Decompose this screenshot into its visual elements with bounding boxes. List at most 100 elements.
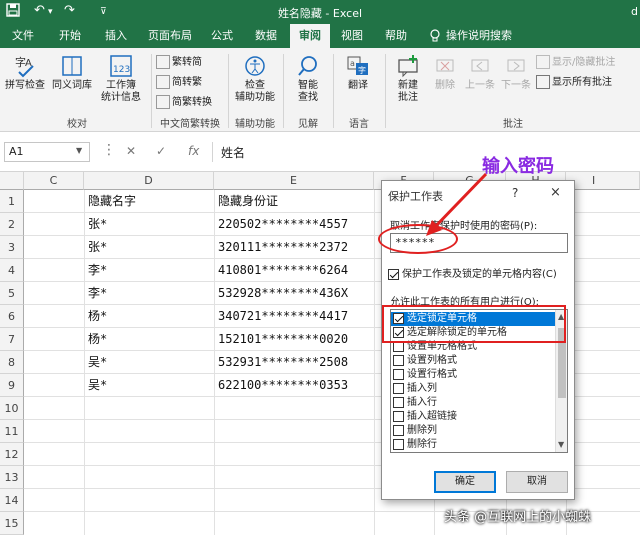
name-box-dropdown-icon[interactable]: ▼ (76, 146, 82, 155)
smart-lookup-button[interactable]: 智能 查找 (288, 54, 328, 104)
delete-comment-button[interactable]: 删除 (428, 54, 462, 92)
enter-entry-icon[interactable]: ✓ (156, 144, 166, 158)
close-icon[interactable]: × (550, 185, 561, 200)
grid-line (214, 190, 215, 535)
row-header[interactable]: 14 (0, 489, 24, 512)
checkbox-icon[interactable] (393, 354, 404, 366)
permission-item[interactable]: 删除列 (391, 424, 555, 438)
row-header[interactable]: 10 (0, 397, 24, 420)
tab-formulas[interactable]: 公式 (204, 24, 240, 48)
row-header[interactable]: 2 (0, 213, 24, 236)
name-cell[interactable]: 李* (88, 259, 107, 282)
row-header[interactable]: 12 (0, 443, 24, 466)
permission-item[interactable]: 插入列 (391, 382, 555, 396)
cancel-button[interactable]: 取消 (506, 471, 568, 493)
name-cell[interactable]: 张* (88, 213, 107, 236)
simplified-to-traditional-button[interactable]: 简转繁 (156, 74, 202, 92)
show-hide-comment-button[interactable]: 显示/隐藏批注 (536, 54, 615, 72)
tab-home[interactable]: 开始 (52, 24, 88, 48)
permission-item[interactable]: 删除行 (391, 438, 555, 452)
new-comment-label-1: 新建 (398, 80, 418, 91)
traditional-to-simplified-button[interactable]: 繁转简 (156, 54, 202, 72)
name-cell[interactable]: 吴* (88, 374, 107, 397)
checkbox-icon[interactable] (393, 396, 404, 408)
checkbox-icon[interactable] (393, 438, 404, 450)
id-cell[interactable]: 532931********2508 (218, 351, 348, 374)
row-header[interactable]: 15 (0, 512, 24, 535)
thesaurus-button[interactable]: 同义词库 (48, 54, 96, 92)
spell-check-button[interactable]: 字A 拼写检查 (4, 54, 46, 92)
show-all-comments-button[interactable]: 显示所有批注 (536, 74, 612, 92)
column-header[interactable]: D (84, 172, 214, 190)
row-header[interactable]: 11 (0, 420, 24, 443)
protect-sheet-checkbox[interactable]: 保护工作表及锁定的单元格内容(C) (388, 265, 557, 280)
header-cell-id[interactable]: 隐藏身份证 (218, 190, 278, 213)
row-header[interactable]: 13 (0, 466, 24, 489)
id-cell[interactable]: 320111********2372 (218, 236, 348, 259)
show-all-comments-icon (536, 75, 550, 89)
help-icon[interactable]: ? (512, 186, 518, 200)
permission-item[interactable]: 设置列格式 (391, 354, 555, 368)
smart-lookup-icon (298, 56, 317, 76)
tab-review[interactable]: 审阅 (290, 24, 330, 48)
new-comment-button[interactable]: 新建 批注 (390, 54, 426, 104)
header-cell-name[interactable]: 隐藏名字 (88, 190, 136, 213)
id-cell[interactable]: 220502********4557 (218, 213, 348, 236)
cancel-entry-icon[interactable]: ✕ (126, 144, 136, 158)
tab-file[interactable]: 文件 (6, 24, 40, 48)
row-header[interactable]: 8 (0, 351, 24, 374)
row-header[interactable]: 7 (0, 328, 24, 351)
column-header[interactable]: C (24, 172, 84, 190)
permission-item[interactable]: 插入超链接 (391, 410, 555, 424)
tab-page-layout[interactable]: 页面布局 (142, 24, 198, 48)
name-cell[interactable]: 张* (88, 236, 107, 259)
permission-item[interactable]: 插入行 (391, 396, 555, 410)
insert-function-icon[interactable]: fx (188, 144, 199, 158)
id-cell[interactable]: 532928********436X (218, 282, 348, 305)
name-cell[interactable]: 吴* (88, 351, 107, 374)
checkbox-icon[interactable] (393, 368, 404, 380)
column-header[interactable]: I (566, 172, 640, 190)
svg-text:字: 字 (358, 65, 366, 75)
title-bar: ↶ ▾ ↷ ⊽ 姓名隐藏 - Excel d (0, 0, 640, 24)
translate-button[interactable]: a字 翻译 (338, 54, 378, 92)
row-header[interactable]: 1 (0, 190, 24, 213)
permission-item[interactable]: 设置行格式 (391, 368, 555, 382)
row-header[interactable]: 9 (0, 374, 24, 397)
formula-bar-resize-icon[interactable]: ⋮ (102, 142, 116, 158)
tell-me-search[interactable]: 操作说明搜索 (446, 24, 522, 48)
id-cell[interactable]: 340721********4417 (218, 305, 348, 328)
id-cell[interactable]: 152101********0020 (218, 328, 348, 351)
next-comment-button[interactable]: 下一条 (498, 54, 534, 92)
row-header[interactable]: 5 (0, 282, 24, 305)
name-cell[interactable]: 杨* (88, 328, 107, 351)
delete-comment-icon (436, 59, 454, 72)
checkbox-checked-icon[interactable] (388, 268, 399, 280)
ok-button[interactable]: 确定 (434, 471, 496, 493)
previous-comment-button[interactable]: 上一条 (462, 54, 498, 92)
check-accessibility-button[interactable]: 检查 辅助功能 (232, 54, 278, 104)
row-header[interactable]: 3 (0, 236, 24, 259)
chinese-conversion-button[interactable]: 简繁转换 (156, 94, 212, 112)
thesaurus-label: 同义词库 (52, 80, 92, 91)
tab-insert[interactable]: 插入 (98, 24, 134, 48)
select-all-corner[interactable] (0, 172, 24, 190)
id-cell[interactable]: 410801********6264 (218, 259, 348, 282)
row-header[interactable]: 6 (0, 305, 24, 328)
tab-view[interactable]: 视图 (336, 24, 368, 48)
scroll-down-icon[interactable]: ▼ (558, 440, 564, 449)
workbook-stats-label-1: 工作簿 (106, 80, 136, 91)
checkbox-icon[interactable] (393, 410, 404, 422)
tab-data[interactable]: 数据 (248, 24, 284, 48)
tab-help[interactable]: 帮助 (378, 24, 414, 48)
id-cell[interactable]: 622100********0353 (218, 374, 348, 397)
checkbox-icon[interactable] (393, 382, 404, 394)
row-header[interactable]: 4 (0, 259, 24, 282)
svg-text:a: a (350, 59, 355, 68)
formula-input[interactable]: 姓名 (212, 142, 636, 162)
name-cell[interactable]: 杨* (88, 305, 107, 328)
checkbox-icon[interactable] (393, 424, 404, 436)
workbook-stats-button[interactable]: 123 工作簿 统计信息 (100, 54, 142, 104)
name-cell[interactable]: 李* (88, 282, 107, 305)
column-header[interactable]: E (214, 172, 374, 190)
